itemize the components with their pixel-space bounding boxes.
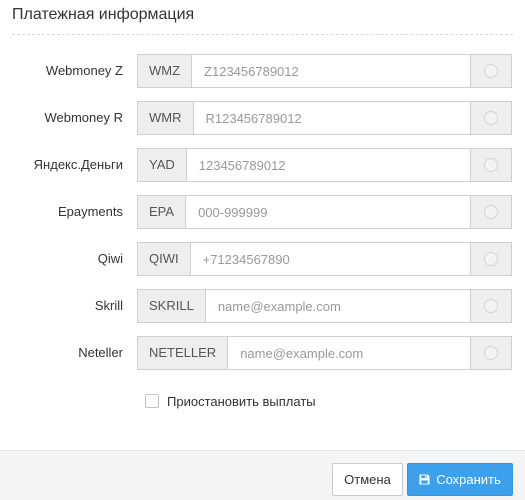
yandex-money-input-group: YAD: [137, 148, 512, 182]
qiwi-radio-addon[interactable]: [470, 243, 511, 275]
neteller-input[interactable]: [228, 337, 470, 369]
qiwi-input[interactable]: [190, 243, 470, 275]
webmoney-r-radio-addon[interactable]: [470, 102, 511, 134]
pause-payouts-row[interactable]: Приостановить выплаты: [145, 393, 316, 409]
save-button[interactable]: Сохранить: [407, 463, 513, 496]
form-row-epayments: Epayments EPA: [0, 195, 525, 229]
webmoney-z-label: Webmoney Z: [45, 63, 123, 78]
neteller-input-group: NETELLER: [137, 336, 512, 370]
yandex-money-radio-addon[interactable]: [470, 149, 511, 181]
qiwi-label: Qiwi: [97, 251, 123, 266]
form-row-webmoney-z: Webmoney Z WMZ: [0, 54, 525, 88]
neteller-default-radio[interactable]: [484, 346, 498, 360]
dialog-header: Платежная информация: [0, 0, 525, 36]
yandex-money-label: Яндекс.Деньги: [33, 157, 123, 172]
neteller-label: Neteller: [78, 345, 123, 360]
form-row-yandex-money: Яндекс.Деньги YAD: [0, 148, 525, 182]
yandex-money-currency-addon: YAD: [138, 149, 187, 181]
epayments-input-group: EPA: [137, 195, 512, 229]
save-button-label: Сохранить: [436, 472, 501, 487]
webmoney-z-currency-addon: WMZ: [138, 55, 193, 87]
epayments-input[interactable]: [186, 196, 470, 228]
cancel-button-label: Отмена: [344, 472, 391, 487]
form-row-neteller: Neteller NETELLER: [0, 336, 525, 370]
form-row-webmoney-r: Webmoney R WMR: [0, 101, 525, 135]
webmoney-r-input-group: WMR: [137, 101, 512, 135]
skrill-default-radio[interactable]: [484, 299, 498, 313]
pause-payouts-label[interactable]: Приостановить выплаты: [167, 394, 316, 409]
neteller-currency-addon: NETELLER: [138, 337, 229, 369]
skrill-currency-addon: SKRILL: [138, 290, 206, 322]
webmoney-r-input[interactable]: [193, 102, 470, 134]
epayments-currency-addon: EPA: [138, 196, 187, 228]
floppy-disk-icon: [419, 474, 430, 485]
epayments-label: Epayments: [57, 204, 123, 219]
webmoney-z-input[interactable]: [192, 55, 470, 87]
skrill-input-group: SKRILL: [137, 289, 512, 323]
pause-payouts-checkbox[interactable]: [145, 394, 159, 408]
yandex-money-input[interactable]: [186, 149, 470, 181]
webmoney-r-label: Webmoney R: [44, 110, 123, 125]
header-divider: [12, 34, 513, 35]
skrill-radio-addon[interactable]: [470, 290, 511, 322]
webmoney-z-radio-addon[interactable]: [470, 55, 511, 87]
dialog-title: Платежная информация: [12, 6, 195, 23]
form-row-skrill: Skrill SKRILL: [0, 289, 525, 323]
webmoney-r-default-radio[interactable]: [484, 111, 498, 125]
neteller-radio-addon[interactable]: [470, 337, 511, 369]
form-row-qiwi: Qiwi QIWI: [0, 242, 525, 276]
qiwi-default-radio[interactable]: [484, 252, 498, 266]
dialog-footer: Отмена Сохранить: [0, 450, 525, 500]
qiwi-currency-addon: QIWI: [138, 243, 191, 275]
webmoney-z-default-radio[interactable]: [484, 64, 498, 78]
skrill-input[interactable]: [205, 290, 470, 322]
webmoney-r-currency-addon: WMR: [138, 102, 194, 134]
qiwi-input-group: QIWI: [137, 242, 512, 276]
epayments-radio-addon[interactable]: [470, 196, 511, 228]
yandex-money-default-radio[interactable]: [484, 158, 498, 172]
epayments-default-radio[interactable]: [484, 205, 498, 219]
skrill-label: Skrill: [94, 298, 123, 313]
cancel-button[interactable]: Отмена: [332, 463, 403, 496]
webmoney-z-input-group: WMZ: [137, 54, 512, 88]
